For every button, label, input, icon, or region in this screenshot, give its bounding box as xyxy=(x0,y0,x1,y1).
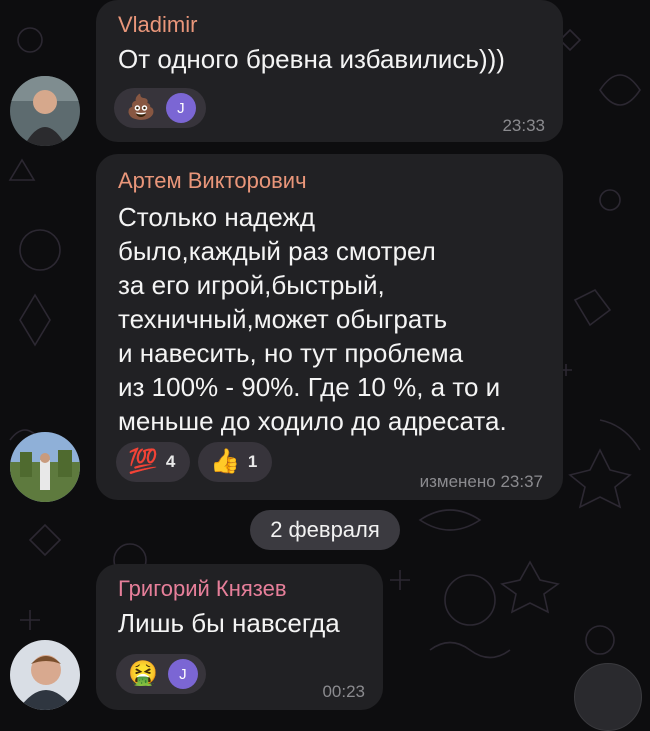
thumbs-up-icon: 👍 xyxy=(210,448,240,475)
reaction-face-vomiting[interactable]: 🤮 J xyxy=(116,654,206,694)
reaction-thumbs-up[interactable]: 👍 1 xyxy=(198,442,272,482)
message-text: От одного бревна избавились))) xyxy=(118,44,505,74)
message-bubble-vladimir[interactable]: Vladimir От одного бревна избавились))) … xyxy=(96,0,563,142)
avatar-grigoriy[interactable] xyxy=(10,640,80,710)
message-time: 23:33 xyxy=(502,116,545,135)
hundred-points-icon: 💯 xyxy=(128,448,158,475)
avatar-artem[interactable] xyxy=(10,432,80,502)
reaction-count: 1 xyxy=(247,452,258,471)
reaction-count: 4 xyxy=(165,452,176,471)
sender-name[interactable]: Григорий Князев xyxy=(118,576,287,602)
pile-of-poo-icon: 💩 xyxy=(126,94,156,121)
reactor-avatar: J xyxy=(167,659,198,689)
message-bubble-grigoriy[interactable]: Григорий Князев Лишь бы навсегда 🤮 J 00:… xyxy=(96,564,383,710)
sender-name[interactable]: Vladimir xyxy=(118,12,197,38)
reaction-pile-of-poo[interactable]: 💩 J xyxy=(114,88,206,128)
avatar-vladimir[interactable] xyxy=(10,76,80,146)
reactor-avatar: J xyxy=(165,93,196,123)
reaction-hundred-points[interactable]: 💯 4 xyxy=(116,442,190,482)
face-vomiting-icon: 🤮 xyxy=(128,660,158,687)
message-time: 00:23 xyxy=(322,682,365,701)
date-separator: 2 февраля xyxy=(250,510,400,550)
message-bubble-artem[interactable]: Артем Викторович Столько надежд было,каж… xyxy=(96,154,563,500)
message-text: Лишь бы навсегда xyxy=(118,608,340,638)
message-text: Столько надежд было,каждый раз смотрел з… xyxy=(118,202,507,436)
message-time: изменено 23:37 xyxy=(419,472,543,491)
sender-name[interactable]: Артем Викторович xyxy=(118,168,307,194)
